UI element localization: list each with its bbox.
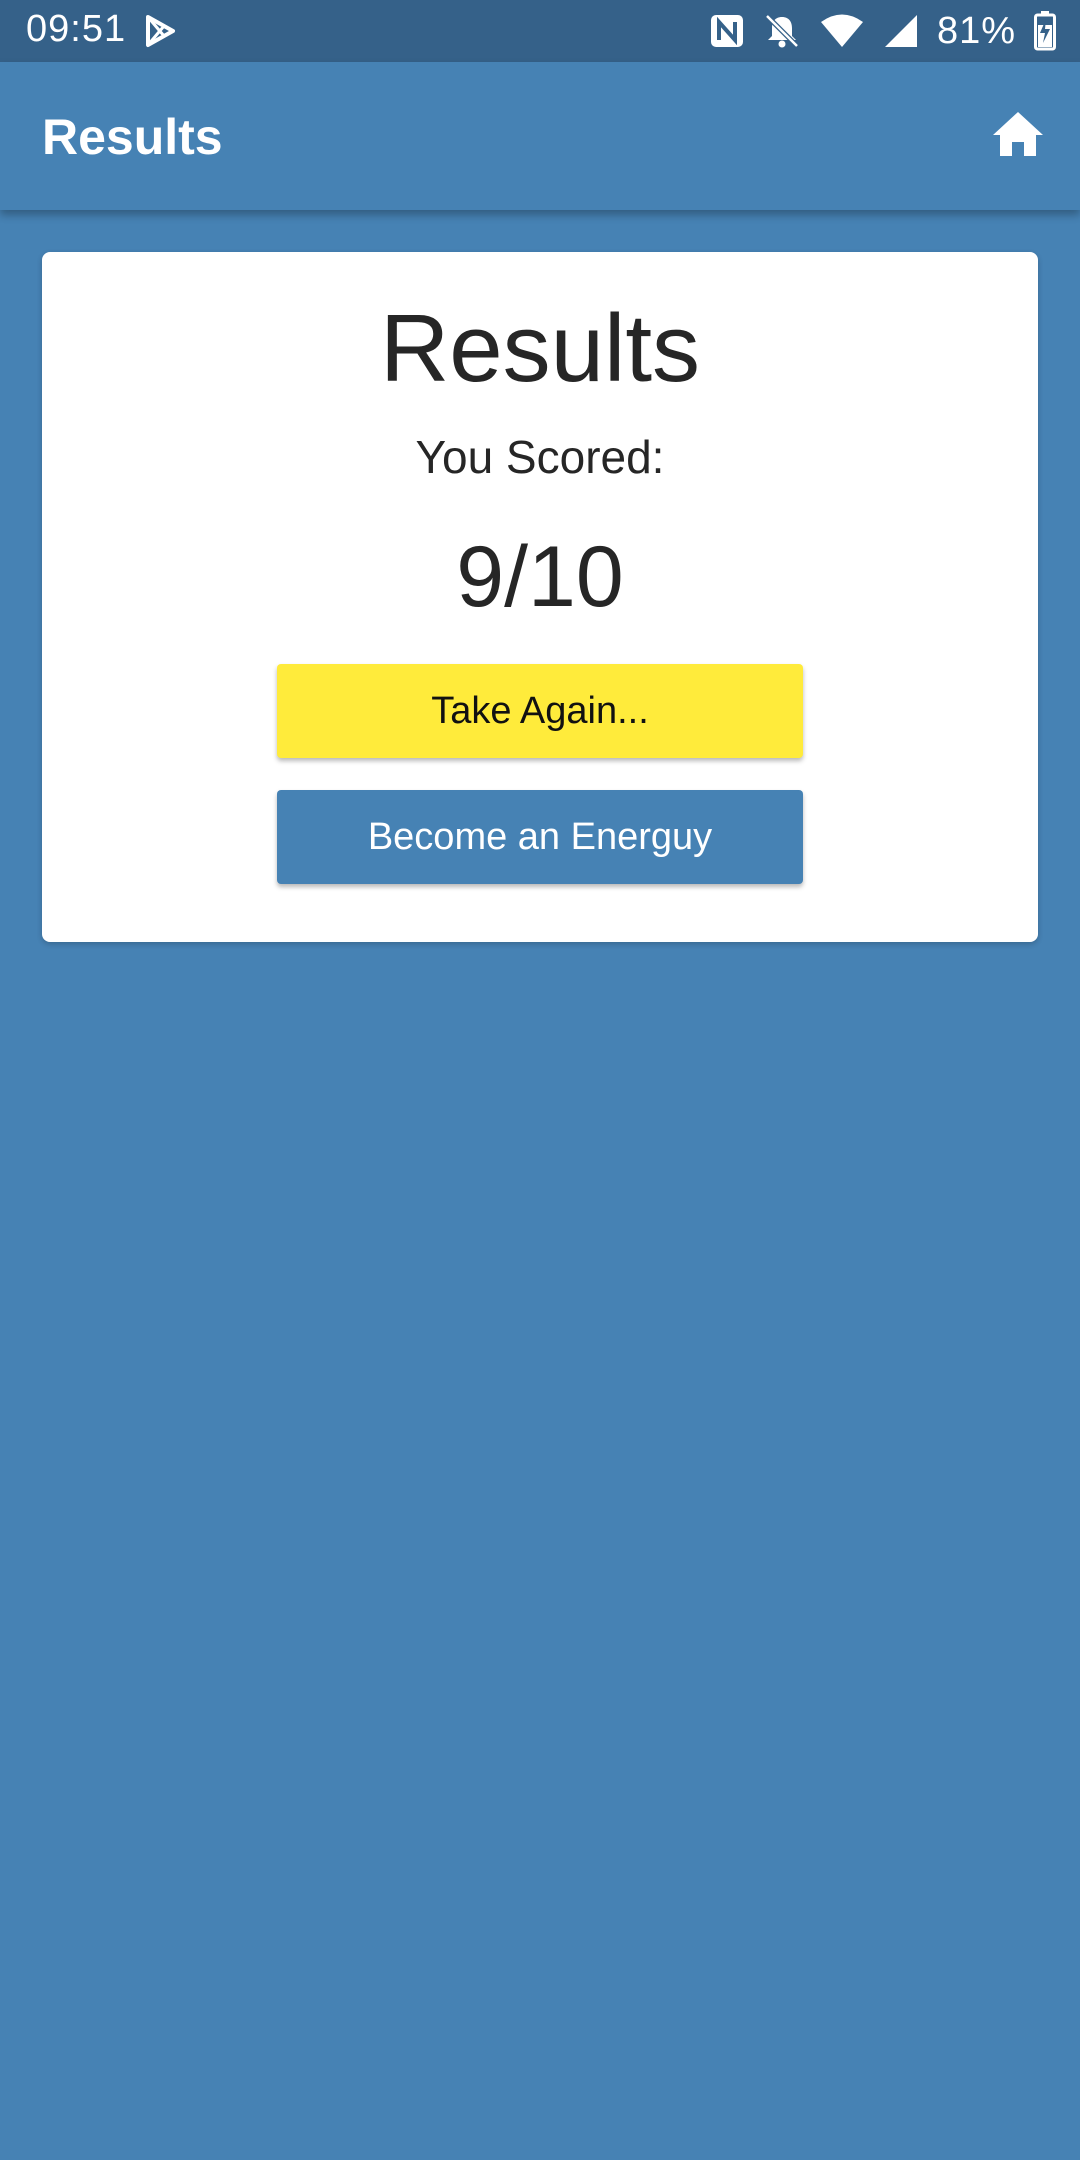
wifi-icon — [819, 13, 865, 49]
results-heading: Results — [379, 295, 701, 402]
nfc-icon — [709, 13, 745, 49]
home-icon[interactable] — [991, 110, 1045, 163]
status-icons: 81% — [709, 9, 1056, 53]
battery-percentage: 81% — [936, 9, 1016, 52]
become-energuy-button[interactable]: Become an Energuy — [277, 790, 803, 884]
app-bar-title: Results — [42, 109, 223, 165]
score-value: 9/10 — [456, 529, 624, 625]
status-time: 09:51 — [26, 8, 127, 50]
signal-icon — [883, 13, 919, 49]
play-store-icon — [144, 14, 178, 48]
battery-charging-icon — [1034, 11, 1056, 51]
score-label: You Scored: — [415, 431, 665, 483]
home-button[interactable] — [988, 106, 1048, 166]
status-bar: 09:51 81% — [0, 0, 1080, 62]
results-card: Results You Scored: 9/10 Take Again... B… — [42, 252, 1038, 942]
bell-off-icon — [763, 12, 801, 50]
app-bar: Results — [0, 62, 1080, 210]
take-again-button[interactable]: Take Again... — [277, 664, 803, 758]
